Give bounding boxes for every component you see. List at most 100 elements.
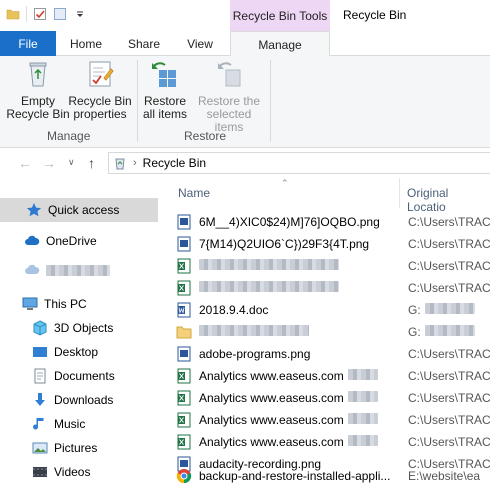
properties-check-icon[interactable] xyxy=(33,7,47,21)
nav-item-3d-objects[interactable]: 3D Objects xyxy=(0,316,158,340)
table-row[interactable]: adobe-programs.png C:\Users\TRACY xyxy=(176,343,490,365)
excel-file-icon xyxy=(177,390,191,406)
address-bar[interactable]: › Recycle Bin xyxy=(108,152,490,174)
context-tab-header: Recycle Bin Tools xyxy=(230,0,330,31)
nav-item-desktop[interactable]: Desktop xyxy=(0,340,158,364)
column-divider[interactable] xyxy=(399,178,400,208)
recent-locations-chevron-icon[interactable]: ∨ xyxy=(68,157,75,168)
breadcrumb-separator-icon: › xyxy=(133,157,137,169)
file-location: E:\website\ea xyxy=(408,469,481,483)
table-row[interactable]: backup-and-restore-installed-appli... E:… xyxy=(176,465,490,487)
recycle-bin-properties-label: Recycle Bin properties xyxy=(68,94,132,121)
nav-label: This PC xyxy=(44,297,87,311)
nav-label: 3D Objects xyxy=(54,321,114,335)
file-location: C:\Users\TRACY xyxy=(408,215,490,229)
cube-icon xyxy=(33,320,47,336)
nav-label: Quick access xyxy=(48,203,120,217)
table-row[interactable]: 6M__4)XIC0$24)M]76]OQBO.png C:\Users\TRA… xyxy=(176,211,490,233)
properties-icon xyxy=(89,61,114,87)
qat-divider xyxy=(26,6,27,22)
table-row[interactable]: C:\Users\TRACY xyxy=(176,277,490,299)
customize-dropdown-icon[interactable] xyxy=(73,7,87,21)
recycle-bin-properties-button[interactable]: Recycle Bin properties xyxy=(68,58,132,121)
tab-view[interactable]: View xyxy=(176,31,224,56)
table-row[interactable]: Analytics www.easeus.com C:\Users\TRACY xyxy=(176,387,490,409)
chrome-file-icon xyxy=(176,469,192,484)
nav-item-redacted[interactable] xyxy=(0,258,158,282)
tab-share[interactable]: Share xyxy=(120,31,168,56)
file-name: Analytics www.easeus.com xyxy=(199,413,405,427)
recycle-bin-icon xyxy=(29,62,47,87)
table-row[interactable]: 2018.9.4.doc G: xyxy=(176,299,490,321)
file-location: C:\Users\TRACY xyxy=(408,391,490,405)
restore-all-items-label: Restore all items xyxy=(142,94,187,121)
excel-file-icon xyxy=(177,368,191,384)
quick-access-toolbar xyxy=(6,6,87,22)
back-arrow-icon[interactable]: ← xyxy=(18,155,32,171)
forward-arrow-icon[interactable]: → xyxy=(42,155,56,171)
file-location: G: xyxy=(408,325,475,339)
title-bar: Recycle Bin Tools Recycle Bin xyxy=(0,0,490,31)
music-icon xyxy=(33,418,44,430)
table-row[interactable]: G: xyxy=(176,321,490,343)
navigation-bar: ← → ∨ ↑ › Recycle Bin xyxy=(0,148,490,178)
download-icon xyxy=(35,393,45,406)
restore-all-items-button[interactable]: Restore all items xyxy=(140,58,190,121)
network-cloud-icon xyxy=(25,264,40,274)
file-list: ⌃ Name Original Locatio 6M__4)XIC0$24)M]… xyxy=(170,178,490,487)
window-title: Recycle Bin xyxy=(343,8,407,22)
excel-file-icon xyxy=(177,258,191,274)
group-label-manage: Manage xyxy=(47,129,91,143)
table-row[interactable]: 7{M14)Q2UIO6`C})29F3{4T.png C:\Users\TRA… xyxy=(176,233,490,255)
column-header-name[interactable]: Name xyxy=(178,186,210,200)
empty-recycle-bin-label: Empty Recycle Bin xyxy=(6,94,70,121)
empty-recycle-bin-button[interactable]: Empty Recycle Bin xyxy=(6,58,70,121)
up-arrow-icon[interactable]: ↑ xyxy=(88,155,95,171)
nav-item-documents[interactable]: Documents xyxy=(0,364,158,388)
table-row[interactable]: Analytics www.easeus.com C:\Users\TRACY xyxy=(176,409,490,431)
nav-label: Pictures xyxy=(54,441,98,455)
folder-icon xyxy=(176,326,192,339)
file-location: C:\Users\TRACY xyxy=(408,369,490,383)
nav-item-this-pc[interactable]: This PC xyxy=(0,292,158,316)
nav-item-downloads[interactable]: Downloads xyxy=(0,388,158,412)
nav-item-music[interactable]: Music xyxy=(0,412,158,436)
file-name: Analytics www.easeus.com xyxy=(199,435,405,449)
restore-selected-items-button[interactable]: Restore the selected items xyxy=(192,58,266,134)
new-folder-icon[interactable] xyxy=(53,7,67,21)
nav-item-onedrive[interactable]: OneDrive xyxy=(0,229,158,253)
file-name: 6M__4)XIC0$24)M]76]OQBO.png xyxy=(199,215,380,229)
image-file-icon xyxy=(177,346,191,362)
ribbon: Empty Recycle Bin Recycle Bin properties… xyxy=(0,56,490,148)
file-location: G: xyxy=(408,303,475,317)
file-location: C:\Users\TRACY xyxy=(408,259,490,273)
table-row[interactable]: C:\Users\TRACY xyxy=(176,255,490,277)
file-location: C:\Users\TRACY xyxy=(408,347,490,361)
column-header-original-location[interactable]: Original Locatio xyxy=(407,186,490,214)
excel-file-icon xyxy=(177,412,191,428)
nav-item-pictures[interactable]: Pictures xyxy=(0,436,158,460)
nav-item-videos[interactable]: Videos xyxy=(0,460,158,484)
file-name: backup-and-restore-installed-appli... xyxy=(199,469,391,483)
file-name-redacted xyxy=(199,281,405,295)
videos-icon xyxy=(33,467,47,477)
file-name: 7{M14)Q2UIO6`C})29F3{4T.png xyxy=(199,237,370,251)
file-name: 2018.9.4.doc xyxy=(199,303,269,317)
desktop-icon xyxy=(33,347,47,357)
ribbon-group-divider xyxy=(270,60,271,142)
restore-selected-icon xyxy=(218,62,241,87)
file-name: Analytics www.easeus.com xyxy=(199,391,405,405)
tab-file[interactable]: File xyxy=(0,31,56,56)
table-row[interactable]: Analytics www.easeus.com C:\Users\TRACY xyxy=(176,365,490,387)
word-file-icon xyxy=(177,302,191,318)
tab-home[interactable]: Home xyxy=(60,31,112,56)
tab-manage[interactable]: Manage xyxy=(230,31,330,57)
table-row[interactable]: Analytics www.easeus.com C:\Users\TRACY xyxy=(176,431,490,453)
folder-icon[interactable] xyxy=(6,7,20,21)
image-file-icon xyxy=(177,236,191,252)
computer-icon xyxy=(22,297,38,310)
nav-item-quick-access[interactable]: Quick access xyxy=(0,198,158,222)
file-name: adobe-programs.png xyxy=(199,347,311,361)
breadcrumb-recycle-bin[interactable]: Recycle Bin xyxy=(143,156,206,170)
excel-file-icon xyxy=(177,280,191,296)
